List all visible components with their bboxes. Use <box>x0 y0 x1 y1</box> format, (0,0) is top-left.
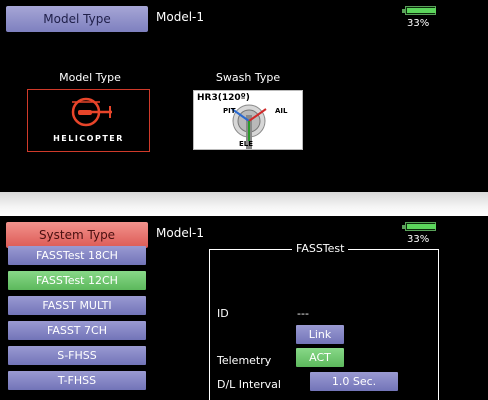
system-type-list: FASSTest 18CH FASSTest 12CH FASST MULTI … <box>8 246 148 396</box>
battery-fill <box>407 8 436 13</box>
helicopter-icon <box>71 97 112 127</box>
battery-icon <box>405 222 436 231</box>
swash-type-value: HR3(120º) <box>197 93 250 103</box>
battery-icon <box>405 6 436 15</box>
system-type-t-fhss[interactable]: T-FHSS <box>8 371 146 390</box>
dl-interval-label: D/L Interval <box>217 378 281 391</box>
screen-separator <box>0 192 488 216</box>
telemetry-label: Telemetry <box>217 354 272 367</box>
id-value: --- <box>297 307 309 320</box>
fasstest-panel-title: FASSTest <box>292 242 349 255</box>
dl-interval-button[interactable]: 1.0 Sec. <box>310 372 398 391</box>
model-type-label: Model Type <box>59 71 121 84</box>
swash-pit-label: PIT <box>223 107 236 115</box>
helicopter-model-button[interactable]: HELICOPTER <box>27 89 150 152</box>
model-name: Model-1 <box>156 10 204 24</box>
system-type-fasstest-18ch[interactable]: FASSTest 18CH <box>8 246 146 265</box>
model-name: Model-1 <box>156 226 204 240</box>
system-type-fasst-multi[interactable]: FASST MULTI <box>8 296 146 315</box>
system-type-screen: System Type Model-1 33% FASSTest 18CH FA… <box>0 216 488 400</box>
battery-percent: 33% <box>407 18 430 29</box>
battery-percent: 33% <box>407 234 430 245</box>
telemetry-toggle[interactable]: ACT <box>296 348 344 367</box>
link-button[interactable]: Link <box>296 325 344 344</box>
battery-fill <box>407 224 436 229</box>
helicopter-label: HELICOPTER <box>53 134 124 143</box>
battery-indicator: 33% <box>398 4 446 34</box>
model-type-title-tab[interactable]: Model Type <box>6 6 148 32</box>
system-type-s-fhss[interactable]: S-FHSS <box>8 346 146 365</box>
system-type-title-tab[interactable]: System Type <box>6 222 148 248</box>
swash-type-button[interactable]: HR3(120º) PIT AIL ELE <box>193 90 303 150</box>
swash-type-label: Swash Type <box>215 71 281 84</box>
system-type-fasstest-12ch[interactable]: FASSTest 12CH <box>8 271 146 290</box>
model-type-screen: Model Type Model-1 33% Model Type Swash … <box>0 0 488 192</box>
id-label: ID <box>217 307 229 320</box>
swash-ele-label: ELE <box>239 140 254 148</box>
system-type-fasst-7ch[interactable]: FASST 7CH <box>8 321 146 340</box>
swash-ail-label: AIL <box>275 107 288 115</box>
battery-indicator: 33% <box>398 220 446 250</box>
